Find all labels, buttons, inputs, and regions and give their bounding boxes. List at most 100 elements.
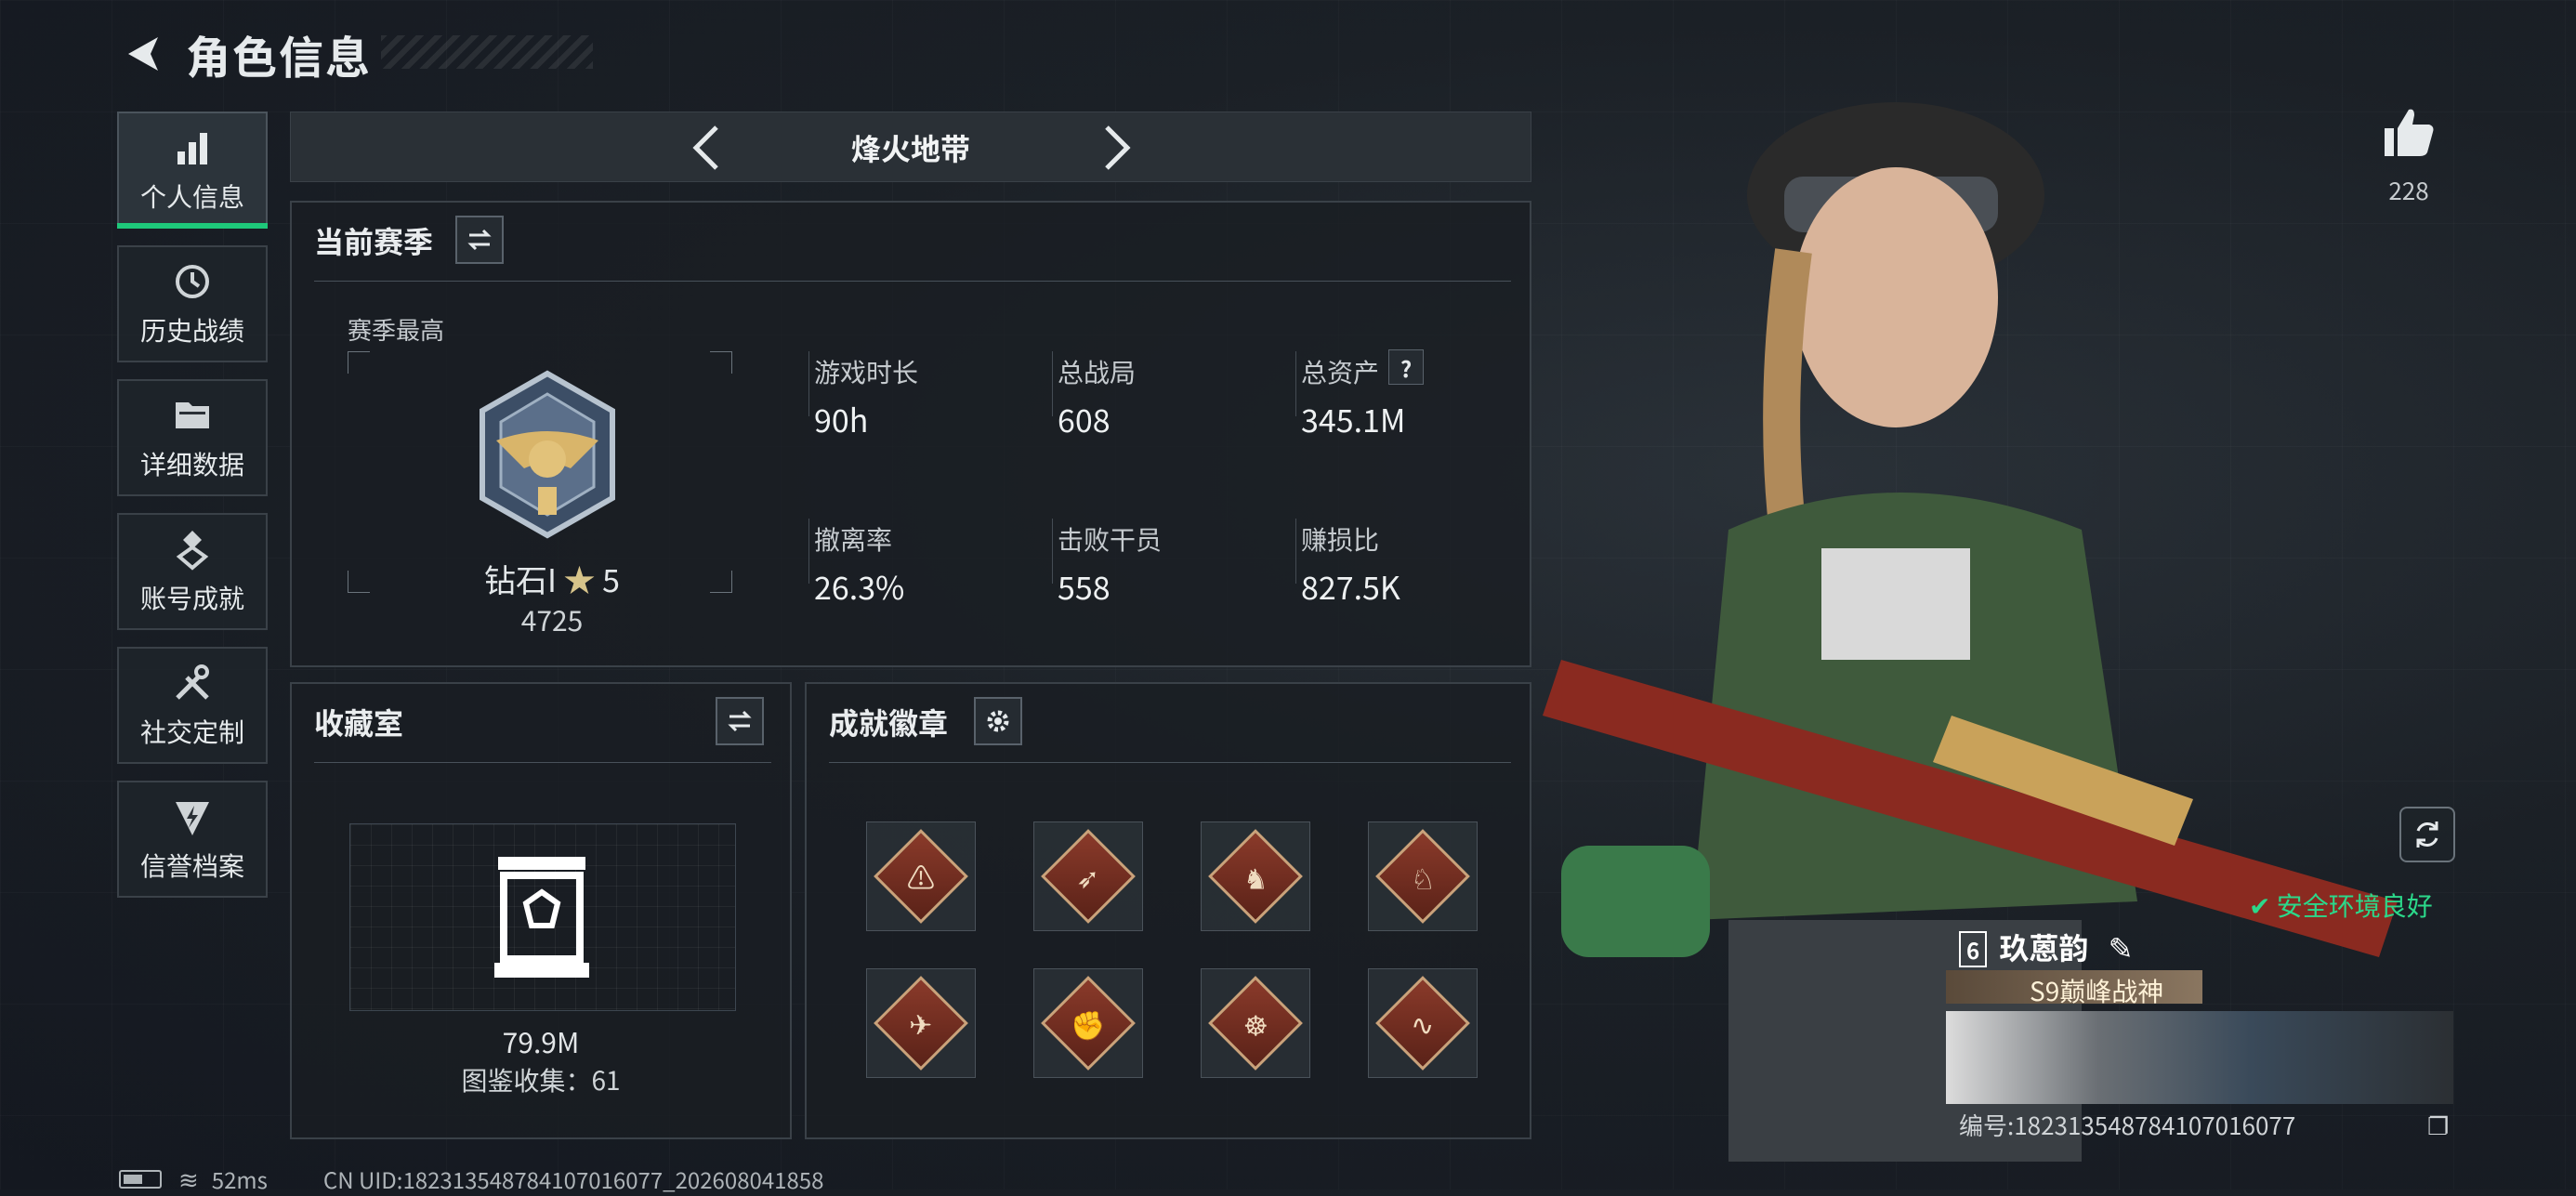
shield-bolt-icon [176,802,209,835]
collection-panel[interactable]: 收藏室 79.9M 图鉴收集：61 [290,682,792,1139]
season-best-label: 赛季最高 [348,312,445,347]
mode-selector: 烽火地带 [290,112,1531,182]
stat-value-kills: 558 [1058,563,1111,609]
player-title: S9巅峰战神 [2030,972,2164,1009]
sidebar-item-personal-info[interactable]: 个人信息 [117,112,268,229]
badge-warning[interactable]: ⚠ [866,821,976,931]
stat-label-kills: 击败干员 [1058,520,1163,558]
badge-snake[interactable]: ∿ [1368,968,1478,1078]
badge-wheel[interactable]: ☸ [1201,968,1310,1078]
bar-chart-icon [177,133,207,164]
sidebar-item-detailed-data[interactable]: 详细数据 [117,379,268,496]
rank-name: 钻石I [483,556,557,601]
sidebar: 个人信息 历史战绩 详细数据 账号成就 社交定制 信誉档案 [117,112,269,914]
page-title: 角色信息 [186,21,373,86]
stat-value-total-matches: 608 [1058,396,1111,441]
status-bar: ≋ 52ms CN UID:182313548784107016077_2026… [119,1162,823,1196]
warning-icon: ⚠ [907,856,935,897]
question-icon: ? [1400,350,1413,384]
stat-label-total-assets: 总资产 [1301,353,1380,390]
divider [829,762,1511,763]
refresh-button[interactable] [2399,807,2455,862]
badge-wolf[interactable]: ♘ [1368,821,1478,931]
player-name: 玖蒽韵 [1999,926,2089,968]
collection-count: 图鉴收集：61 [461,1061,621,1098]
player-level-badge: 6 [1959,931,1988,967]
fist-icon: ✊ [1071,1002,1106,1044]
stat-divider [808,519,809,584]
sidebar-item-label: 账号成就 [139,579,244,616]
rank-medal-icon [480,370,615,539]
stat-divider [808,351,809,416]
sidebar-item-social-custom[interactable]: 社交定制 [117,647,268,764]
player-name-row: 6 玖蒽韵 ✎ [1959,926,2134,968]
switch-collection-button[interactable] [716,697,764,745]
stat-value-extraction-rate: 26.3% [814,563,905,609]
stat-divider [1052,519,1053,584]
history-icon [176,265,209,298]
vault-showcase-icon [494,857,589,978]
folder-icon [176,402,209,428]
badge-jet[interactable]: ✈ [866,968,976,1078]
runner-icon: ➶ [1076,855,1100,897]
snake-icon: ∿ [1411,1002,1435,1044]
collection-value: 79.9M [502,1020,580,1061]
rank-stars: 5 [602,556,621,601]
badges-title: 成就徽章 [829,701,949,743]
edit-icon[interactable]: ✎ [2109,926,2134,968]
safe-shield-icon: ✔ [2249,887,2271,924]
swap-icon [728,710,752,732]
help-button[interactable]: ? [1388,349,1424,385]
sidebar-item-history[interactable]: 历史战绩 [117,245,268,362]
star-icon: ★ [563,556,596,601]
stat-label-playtime: 游戏时长 [814,353,919,390]
sidebar-item-label: 历史战绩 [139,311,244,348]
badge-settings-button[interactable] [974,697,1022,745]
thumbs-up-icon[interactable] [2379,102,2438,162]
ping-value: 52ms [211,1163,268,1195]
wifi-icon: ≋ [178,1162,199,1196]
player-card[interactable]: 6 玖蒽韵 ✎ S9巅峰战神 编号:182313548784107016077 … [1946,926,2453,1142]
season-panel: 当前赛季 赛季最高 钻石I ★ 5 4725 游戏时长 90h 总战局 608 … [290,201,1531,667]
battery-icon [119,1169,162,1189]
title-decoration [381,35,593,69]
back-arrow-icon[interactable] [121,32,165,76]
badge-dragon[interactable]: ♞ [1201,821,1310,931]
sidebar-item-achievements[interactable]: 账号成就 [117,513,268,630]
badge-runner[interactable]: ➶ [1033,821,1143,931]
stat-label-profit-ratio: 赚损比 [1301,520,1380,558]
environment-status: ✔ 安全环境良好 [2249,887,2433,924]
swap-icon [467,229,492,251]
divider [314,762,771,763]
player-banner-image [1946,1011,2453,1104]
switch-season-button[interactable] [455,216,504,264]
header: 角色信息 [121,21,373,86]
uid-text: CN UID:182313548784107016077_20260804185… [322,1163,824,1195]
tools-icon [176,664,209,700]
season-title: 当前赛季 [314,219,434,262]
sidebar-item-label: 社交定制 [139,713,244,750]
collection-title: 收藏室 [314,701,404,743]
jet-icon: ✈ [909,1002,933,1044]
wheel-icon: ☸ [1242,1003,1268,1044]
rank-points: 4725 [520,598,584,639]
badge-fist[interactable]: ✊ [1033,968,1143,1078]
chevron-right-icon[interactable] [1086,120,1142,176]
badges-panel: 成就徽章 ⚠ ➶ ♞ ♘ ✈ ✊ ☸ ∿ [805,682,1531,1139]
stat-divider [1295,519,1296,584]
mode-title: 烽火地带 [850,126,970,169]
dragon-icon: ♞ [1242,856,1268,897]
achievement-icon [176,531,209,571]
copy-icon[interactable]: ❐ [2427,1108,2449,1142]
sidebar-item-credit-file[interactable]: 信誉档案 [117,781,268,898]
stat-value-total-assets: 345.1M [1301,396,1406,441]
like-count: 228 [2388,173,2429,207]
divider [314,281,1511,282]
environment-status-text: 安全环境良好 [2276,887,2433,924]
player-id: 编号:182313548784107016077 [1959,1108,2296,1142]
gear-icon [987,710,1009,732]
wolf-icon: ♘ [1410,856,1436,897]
stat-value-playtime: 90h [814,396,869,441]
stat-divider [1295,351,1296,416]
refresh-icon [2416,821,2438,848]
